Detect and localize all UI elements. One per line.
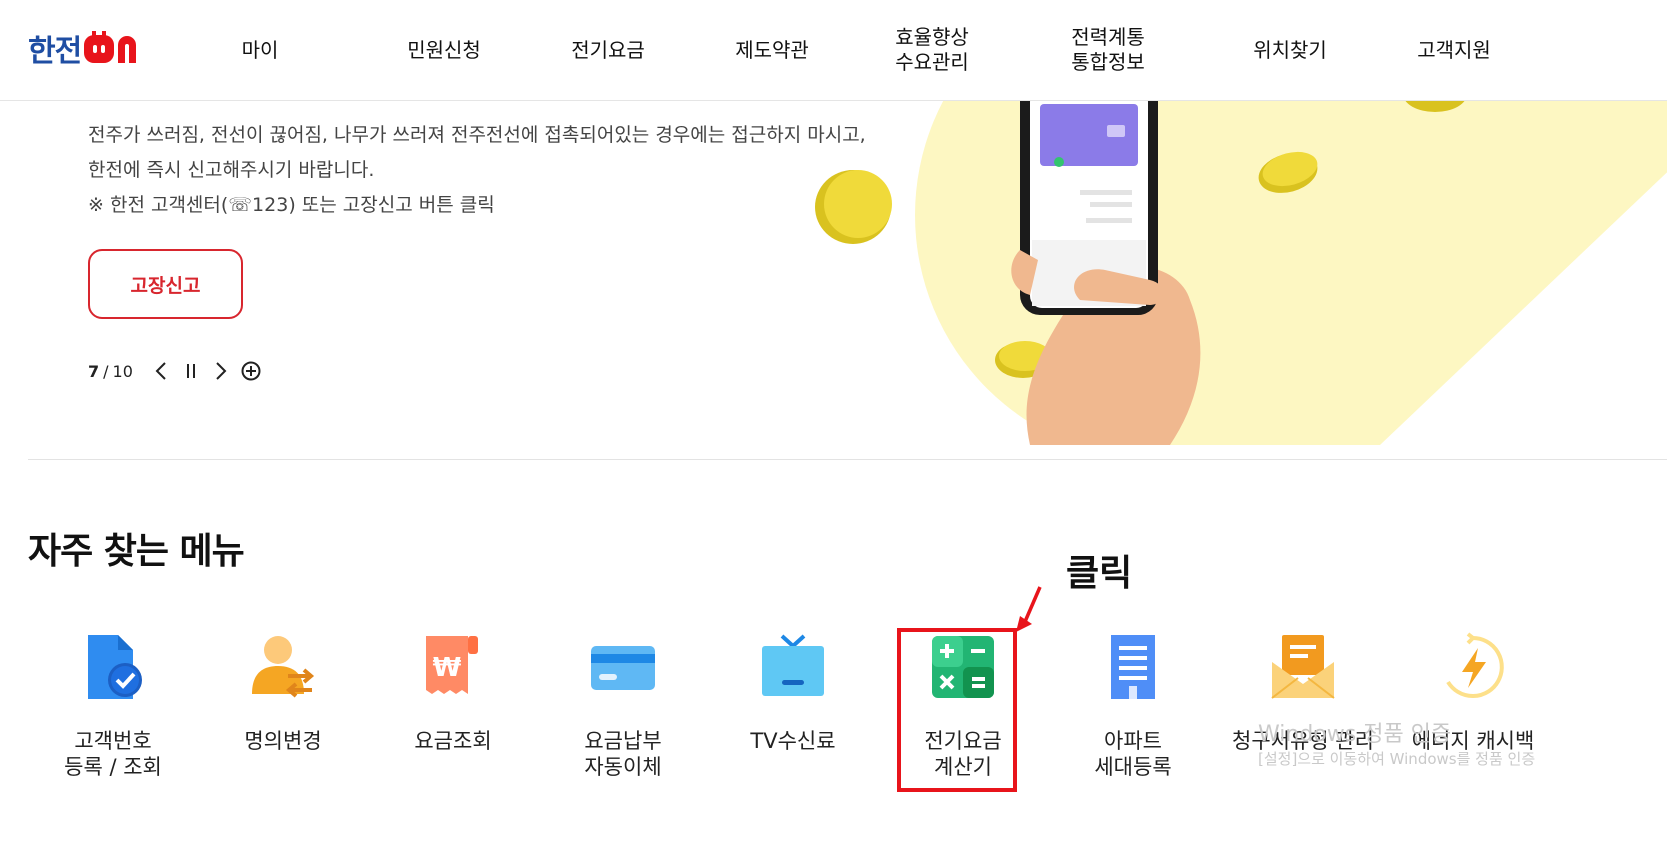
menu-label: 아파트 세대등록 <box>1094 729 1172 779</box>
hero-line-3: ※ 한전 고객센터(☏123) 또는 고장신고 버튼 클릭 <box>88 194 495 216</box>
click-annotation: 클릭 <box>1066 553 1133 594</box>
pager-total: 10 <box>112 361 133 381</box>
nav-location[interactable]: 위치찾기 <box>1230 0 1350 100</box>
top-header: 한전 마이 민원신청 전기요금 제도약관 효율향상 수요관리 전력계통 통합정보… <box>0 0 1667 101</box>
next-slide-icon[interactable] <box>211 361 231 381</box>
logo-text: 한전 <box>28 34 82 69</box>
hero-title-partial: ▬▬▬▬▬▬▬ ▬ ▬▬▬▬▬ <box>88 100 688 108</box>
envelope-icon <box>1268 632 1338 702</box>
receipt-won-icon: ₩ <box>418 632 488 702</box>
pager-separator: / <box>103 361 109 381</box>
apartment-icon <box>1098 632 1168 702</box>
menu-bill-inquiry[interactable]: ₩ 요금조회 <box>368 628 538 753</box>
logo-on-mark <box>83 31 147 65</box>
menu-bill-calculator[interactable]: 전기요금 계산기 <box>878 628 1048 779</box>
nav-electric-bill[interactable]: 전기요금 <box>548 0 668 100</box>
nav-my[interactable]: 마이 <box>210 0 310 100</box>
menu-label: 요금납부 자동이체 <box>584 729 662 779</box>
windows-activation-subtext: [설정]으로 이동하여 Windows를 정품 인증 <box>1258 750 1536 768</box>
windows-activation-watermark: Windows 정품 인증 <box>1258 722 1452 747</box>
menu-label: 명의변경 <box>244 729 322 753</box>
menu-energy-cashback[interactable]: 에너지 캐시백 <box>1388 628 1558 753</box>
menu-label: 고객번호 등록 / 조회 <box>64 729 162 779</box>
person-transfer-icon <box>248 632 318 702</box>
nav-policy-terms[interactable]: 제도약관 <box>712 0 832 100</box>
frequent-menu-title: 자주 찾는 메뉴 <box>28 531 245 572</box>
menu-label: 전기요금 계산기 <box>924 729 1002 779</box>
menu-bill-type-management[interactable]: 청구서유형 관리 <box>1218 628 1388 753</box>
lightning-icon <box>1438 632 1508 702</box>
nav-civil-request[interactable]: 민원신청 <box>384 0 504 100</box>
view-all-plus-icon[interactable] <box>241 361 261 381</box>
hero-illustration <box>780 100 1667 445</box>
svg-text:₩: ₩ <box>433 653 462 683</box>
pager-current: 7 <box>88 361 100 381</box>
menu-name-change[interactable]: 명의변경 <box>198 628 368 753</box>
section-divider <box>28 459 1667 460</box>
menu-label: TV수신료 <box>750 729 836 753</box>
nav-grid-info[interactable]: 전력계통 통합정보 <box>1048 0 1168 100</box>
tv-icon <box>758 632 828 702</box>
nav-efficiency-demand[interactable]: 효율향상 수요관리 <box>872 0 992 100</box>
menu-apartment-registration[interactable]: 아파트 세대등록 <box>1048 628 1218 779</box>
menu-auto-payment[interactable]: 요금납부 자동이체 <box>538 628 708 779</box>
slide-pager: 7 / 10 <box>88 358 261 384</box>
menu-tv-fee[interactable]: TV수신료 <box>708 628 878 753</box>
hero-line-2: 한전에 즉시 신고해주시기 바랍니다. <box>88 159 375 181</box>
nav-customer-support[interactable]: 고객지원 <box>1394 0 1514 100</box>
menu-customer-number[interactable]: 고객번호 등록 / 조회 <box>28 628 198 779</box>
credit-card-icon <box>588 632 658 702</box>
hero-line-1: 전주가 쓰러짐, 전선이 끊어짐, 나무가 쓰러져 전주전선에 접촉되어있는 경… <box>88 124 866 146</box>
document-check-icon <box>78 632 148 702</box>
kepco-logo[interactable]: 한전 <box>28 28 147 69</box>
prev-slide-icon[interactable] <box>151 361 171 381</box>
calculator-icon <box>928 632 998 702</box>
pause-icon[interactable] <box>181 361 201 381</box>
hero-description: 전주가 쓰러짐, 전선이 끊어짐, 나무가 쓰러져 전주전선에 접촉되어있는 경… <box>88 118 866 223</box>
menu-label: 요금조회 <box>414 729 492 753</box>
fault-report-button[interactable]: 고장신고 <box>88 249 243 319</box>
